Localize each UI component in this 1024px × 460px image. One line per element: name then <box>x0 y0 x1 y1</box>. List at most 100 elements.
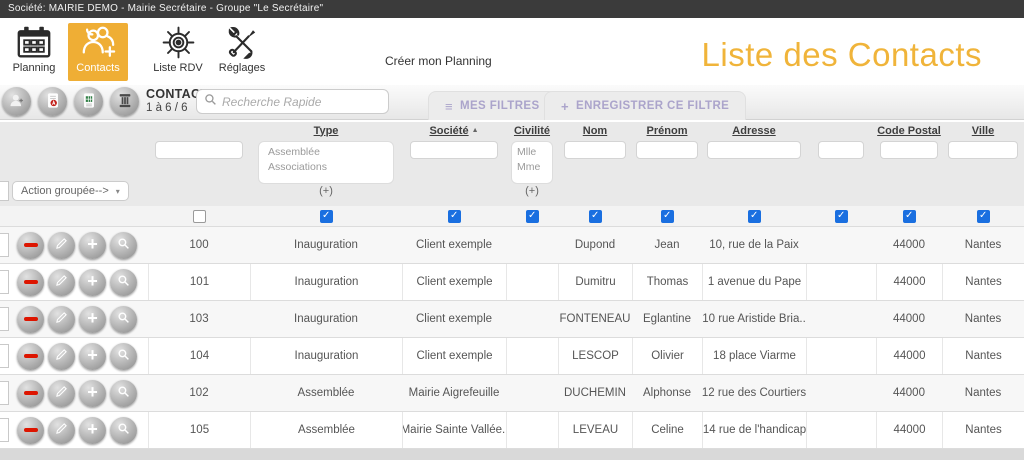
filter-civilite-option[interactable]: Mlle <box>517 145 547 160</box>
cell-code-postal: 44000 <box>876 375 942 411</box>
row-select-stub[interactable] <box>0 344 9 368</box>
table-row: + 104 Inauguration Client exemple LESCOP… <box>0 338 1024 375</box>
window-context-bar: Société: MAIRIE DEMO - Mairie Secrétaire… <box>0 0 1024 18</box>
edit-row-button[interactable] <box>48 269 75 296</box>
cell-adresse: 10 rue Aristide Bria.. <box>702 301 806 337</box>
column-header-societe[interactable]: Société <box>429 125 468 137</box>
filter-prenom-input[interactable] <box>636 141 698 159</box>
view-row-button[interactable] <box>110 232 137 259</box>
view-row-button[interactable] <box>110 306 137 333</box>
view-row-button[interactable] <box>110 269 137 296</box>
nav-label-reglages: Réglages <box>212 62 272 74</box>
column-header-type[interactable]: Type <box>314 125 339 137</box>
column-checkbox-civilite[interactable] <box>526 210 539 223</box>
row-select-stub[interactable] <box>0 381 9 405</box>
mes-filtres-button[interactable]: ≡ MES FILTRES <box>428 91 557 120</box>
mes-filtres-label: MES FILTRES <box>460 100 540 112</box>
edit-row-button[interactable] <box>48 306 75 333</box>
column-header-adresse[interactable]: Adresse <box>732 125 775 137</box>
delete-row-button[interactable] <box>17 417 44 444</box>
delete-row-button[interactable] <box>17 269 44 296</box>
nav-label-contacts: Contacts <box>68 62 128 74</box>
filter-civilite-more-link[interactable]: (+) <box>525 185 539 197</box>
edit-row-button[interactable] <box>48 343 75 370</box>
column-checkbox-extra[interactable] <box>835 210 848 223</box>
create-planning-link[interactable]: Créer mon Planning <box>385 54 492 68</box>
quick-search[interactable] <box>196 89 389 114</box>
contacts-table-body: + 100 Inauguration Client exemple Dupond… <box>0 227 1024 449</box>
column-header-code-postal[interactable]: Code Postal <box>877 125 941 137</box>
column-header-civilite[interactable]: Civilité <box>514 125 550 137</box>
row-select-stub[interactable] <box>0 307 9 331</box>
nav-label-planning: Planning <box>4 62 64 74</box>
add-row-button[interactable]: + <box>79 417 106 444</box>
filter-civilite-option[interactable]: Mme <box>517 160 547 175</box>
column-checkbox-societe[interactable] <box>448 210 461 223</box>
add-row-button[interactable]: + <box>79 380 106 407</box>
column-header-prenom[interactable]: Prénom <box>647 125 688 137</box>
delete-row-button[interactable] <box>17 380 44 407</box>
nav-item-planning[interactable]: Planning <box>4 23 64 81</box>
filter-adresse-input[interactable] <box>707 141 801 159</box>
cell-civilite <box>506 338 558 374</box>
column-checkbox-adresse[interactable] <box>748 210 761 223</box>
column-checkbox-ville[interactable] <box>977 210 990 223</box>
add-contact-button[interactable] <box>2 87 31 116</box>
column-header-ville[interactable]: Ville <box>972 125 994 137</box>
table-row: + 101 Inauguration Client exemple Dumitr… <box>0 264 1024 301</box>
edit-row-button[interactable] <box>48 380 75 407</box>
filter-extra-input[interactable] <box>818 141 864 159</box>
column-header-nom[interactable]: Nom <box>583 125 607 137</box>
column-checkbox-type[interactable] <box>320 210 333 223</box>
delete-row-button[interactable] <box>17 232 44 259</box>
row-select-stub[interactable] <box>0 233 9 257</box>
filter-id-input[interactable] <box>155 141 243 159</box>
edit-row-button[interactable] <box>48 232 75 259</box>
nav-item-reglages[interactable]: Réglages <box>212 23 272 81</box>
view-row-button[interactable] <box>110 417 137 444</box>
sort-asc-icon: ▲ <box>472 127 479 134</box>
filter-ville-input[interactable] <box>948 141 1018 159</box>
save-filter-label: ENREGISTRER CE FILTRE <box>576 100 729 112</box>
cell-civilite <box>506 264 558 300</box>
cell-ville: Nantes <box>942 338 1024 374</box>
save-filter-button[interactable]: + ENREGISTRER CE FILTRE <box>544 91 746 120</box>
filter-code-postal-input[interactable] <box>880 141 938 159</box>
row-select-stub[interactable] <box>0 270 9 294</box>
print-button[interactable] <box>110 87 139 116</box>
view-row-button[interactable] <box>110 343 137 370</box>
export-excel-button[interactable] <box>74 87 103 116</box>
delete-row-button[interactable] <box>17 343 44 370</box>
add-row-button[interactable]: + <box>79 306 106 333</box>
filter-type-more-link[interactable]: (+) <box>319 185 333 197</box>
cell-extra <box>806 227 876 263</box>
search-input[interactable] <box>222 95 381 109</box>
add-row-button[interactable]: + <box>79 343 106 370</box>
filter-societe-input[interactable] <box>410 141 498 159</box>
filter-type-multiselect[interactable]: Assemblée Associations <box>258 141 394 184</box>
nav-item-liste-rdv[interactable]: Liste RDV <box>148 23 208 81</box>
add-row-button[interactable]: + <box>79 269 106 296</box>
column-checkbox-prenom[interactable] <box>661 210 674 223</box>
row-select-stub[interactable] <box>0 418 9 442</box>
add-row-button[interactable]: + <box>79 232 106 259</box>
column-checkbox-code-postal[interactable] <box>903 210 916 223</box>
filter-type-option[interactable]: Assemblée <box>268 145 384 160</box>
minus-icon <box>24 243 38 247</box>
table-row: + 105 Assemblée Mairie Sainte Vallée.. L… <box>0 412 1024 449</box>
column-checkbox-id[interactable] <box>193 210 206 223</box>
magnifier-icon <box>117 385 130 401</box>
filter-nom-input[interactable] <box>564 141 626 159</box>
column-checkbox-nom[interactable] <box>589 210 602 223</box>
filter-civilite-multiselect[interactable]: Mlle Mme <box>511 141 553 184</box>
filter-type-option[interactable]: Associations <box>268 160 384 175</box>
person-icon <box>8 92 25 112</box>
grouped-action-select[interactable]: Action groupée--> ▾ <box>12 181 129 201</box>
delete-row-button[interactable] <box>17 306 44 333</box>
row-actions: + <box>0 227 148 263</box>
tools-icon <box>212 23 272 61</box>
nav-item-contacts[interactable]: Contacts <box>68 23 128 81</box>
export-pdf-button[interactable] <box>38 87 67 116</box>
view-row-button[interactable] <box>110 380 137 407</box>
edit-row-button[interactable] <box>48 417 75 444</box>
